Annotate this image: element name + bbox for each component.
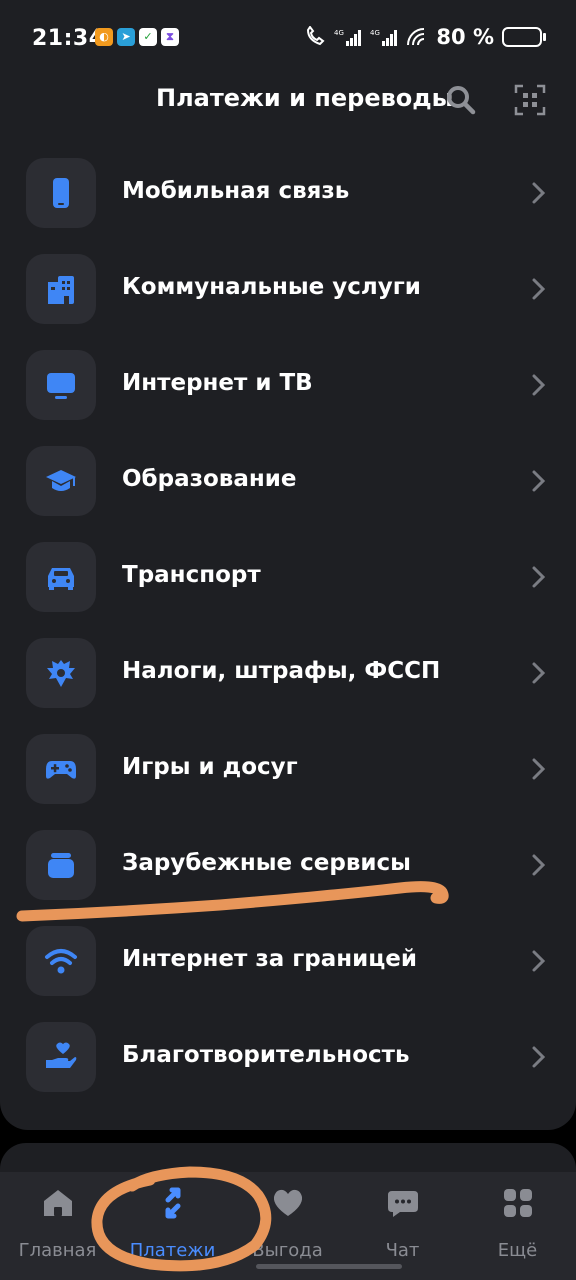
tv-icon xyxy=(47,373,75,399)
page-title: Платежи и переводы xyxy=(156,84,454,112)
telegram-icon: ➤ xyxy=(117,28,135,46)
sber-icon: ✓ xyxy=(139,28,157,46)
list-item[interactable]: Мобильная связь xyxy=(0,158,576,254)
signal-2-icon: 4G xyxy=(370,29,398,46)
list-item-label: Коммунальные услуги xyxy=(122,274,421,300)
chevron-right-icon xyxy=(532,470,546,492)
charity-hand-icon xyxy=(46,1042,77,1068)
wifi-call-icon xyxy=(307,26,325,46)
status-time: 21:34 xyxy=(32,26,105,51)
notification-app-icon: ◐ xyxy=(95,28,113,46)
building-icon xyxy=(48,276,74,304)
nav-label: Платежи xyxy=(129,1240,216,1261)
battery-percent: 80 % xyxy=(436,25,494,49)
list-item-label: Мобильная связь xyxy=(122,178,350,204)
chevron-right-icon xyxy=(532,758,546,780)
status-bar: 21:34 ◐ ➤ ✓ ⧗ 4G 4G 80 % xyxy=(0,0,576,78)
list-item-label: Транспорт xyxy=(122,562,261,588)
chevron-right-icon xyxy=(532,950,546,972)
signal-1-icon: 4G xyxy=(334,29,362,46)
home-indicator[interactable] xyxy=(256,1264,402,1269)
nav-home[interactable]: Главная xyxy=(0,1186,115,1266)
hourglass-icon: ⧗ xyxy=(161,28,179,46)
qr-scan-icon[interactable] xyxy=(514,84,546,116)
nav-chat[interactable]: Чат xyxy=(345,1186,460,1266)
list-item[interactable]: Игры и досуг xyxy=(0,734,576,830)
chevron-right-icon xyxy=(532,854,546,876)
search-icon[interactable] xyxy=(445,84,477,116)
car-icon xyxy=(48,568,74,590)
chevron-right-icon xyxy=(532,374,546,396)
list-item-label: Благотворительность xyxy=(122,1042,410,1068)
list-item[interactable]: Благотворительность xyxy=(0,1022,576,1118)
list-item-label: Зарубежные сервисы xyxy=(122,850,411,876)
list-item[interactable]: Интернет за границей xyxy=(0,926,576,1022)
nav-label: Ещё xyxy=(497,1240,538,1261)
svg-text:4G: 4G xyxy=(334,29,344,37)
coat-of-arms-icon xyxy=(47,660,75,687)
list-item[interactable]: Коммунальные услуги xyxy=(0,254,576,350)
header: Платежи и переводы xyxy=(0,78,576,138)
stack-icon xyxy=(48,853,74,878)
nav-label: Выгода xyxy=(252,1240,323,1261)
chevron-right-icon xyxy=(532,278,546,300)
list-item[interactable]: Образование xyxy=(0,446,576,542)
heart-icon xyxy=(273,1189,302,1216)
chevron-right-icon xyxy=(532,566,546,588)
graduation-cap-icon xyxy=(46,470,76,491)
home-icon xyxy=(43,1190,72,1216)
payment-categories-list: Мобильная связь Коммунальные услуги Инте… xyxy=(0,138,576,1130)
grid-icon xyxy=(503,1189,532,1217)
nav-benefits[interactable]: Выгода xyxy=(230,1186,345,1266)
status-app-icons: ◐ ➤ ✓ ⧗ xyxy=(95,28,179,46)
list-item-label: Игры и досуг xyxy=(122,754,298,780)
list-item[interactable]: Транспорт xyxy=(0,542,576,638)
list-item-label: Налоги, штрафы, ФССП xyxy=(122,658,441,684)
nav-payments[interactable]: Платежи xyxy=(115,1186,230,1266)
list-item[interactable]: Налоги, штрафы, ФССП xyxy=(0,638,576,734)
list-item[interactable]: Зарубежные сервисы xyxy=(0,830,576,926)
nav-label: Главная xyxy=(18,1240,97,1261)
chevron-right-icon xyxy=(532,182,546,204)
nav-more[interactable]: Ещё xyxy=(460,1186,575,1266)
svg-text:4G: 4G xyxy=(370,29,380,37)
list-item-label: Интернет и ТВ xyxy=(122,370,313,396)
mobile-phone-icon xyxy=(53,178,69,208)
chevron-right-icon xyxy=(532,1046,546,1068)
list-item-label: Образование xyxy=(122,466,297,492)
chat-icon xyxy=(387,1191,418,1217)
status-indicators: 4G 4G 80 % xyxy=(304,25,546,49)
wifi-status-icon xyxy=(407,28,425,46)
chevron-right-icon xyxy=(532,662,546,684)
battery-icon xyxy=(502,27,546,47)
nav-label: Чат xyxy=(385,1240,420,1261)
list-item[interactable]: Интернет и ТВ xyxy=(0,350,576,446)
gamepad-icon xyxy=(46,761,76,779)
list-item-label: Интернет за границей xyxy=(122,946,418,972)
wifi-icon xyxy=(45,949,77,974)
transfer-arrows-icon xyxy=(165,1187,180,1219)
